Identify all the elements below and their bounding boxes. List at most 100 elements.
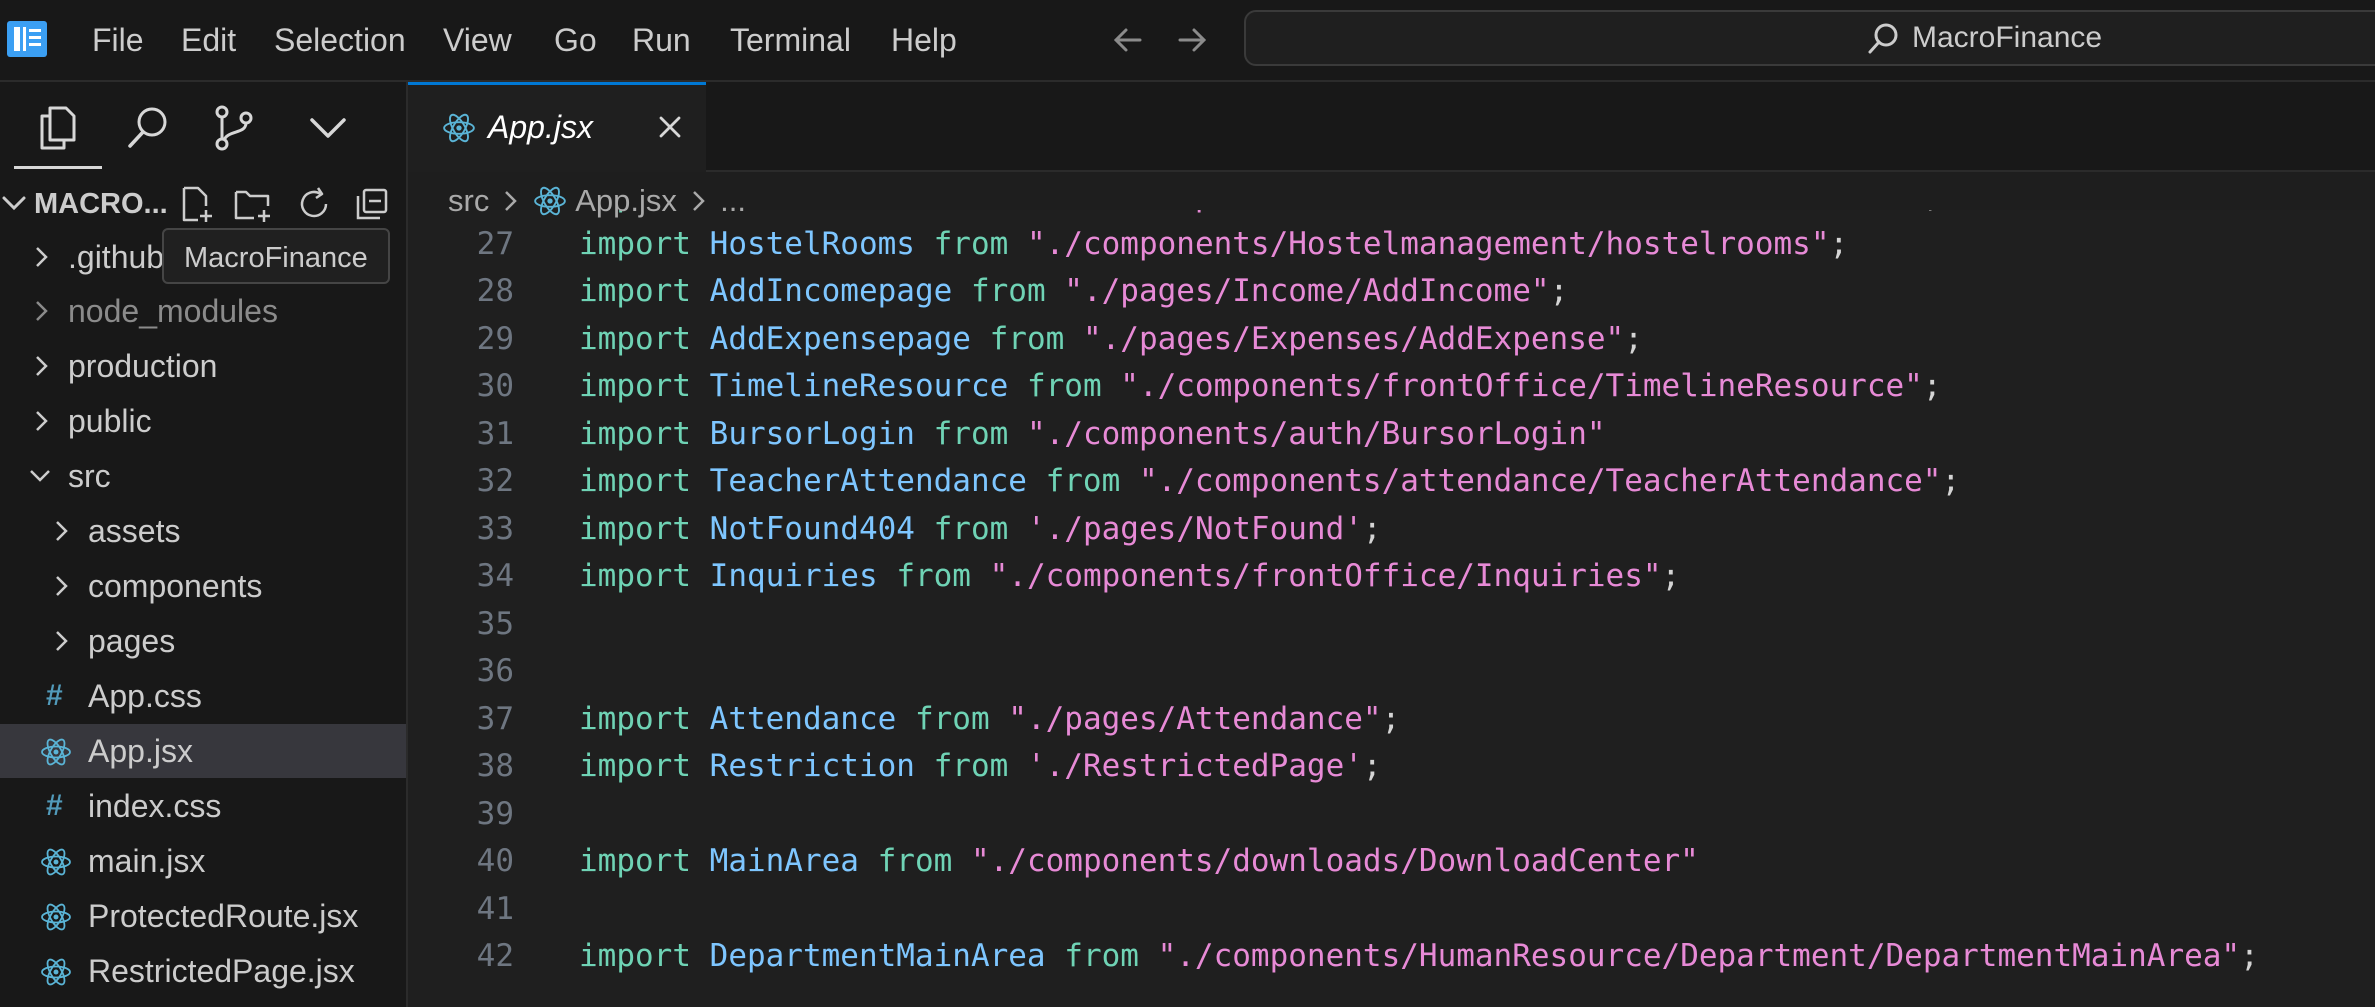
- string-literal: "./components/attendance/TeacherAttendan…: [1138, 463, 1942, 499]
- tree-file-index-css[interactable]: # index.css: [0, 779, 406, 833]
- tree-folder-assets[interactable]: assets: [0, 504, 406, 558]
- identifier: Inquiries: [709, 558, 878, 594]
- menu-view[interactable]: View: [443, 18, 512, 62]
- code-text: import HostelRooms from "./components/Ho…: [579, 221, 1848, 269]
- code-text: import AddIncomepage from "./pages/Incom…: [579, 268, 1568, 316]
- keyword-from: from: [1026, 368, 1102, 404]
- code-line: 31 import BursorLogin from "./components/…: [408, 411, 2375, 459]
- string-literal: "./components/Hostelmanagement/hostelroo…: [1026, 225, 1830, 262]
- tree-label: src: [68, 458, 111, 494]
- code-line: 30 import TimelineResource from "./compon…: [408, 363, 2375, 411]
- tree-file-restrictedpage-jsx[interactable]: RestrictedPage.jsx: [0, 944, 406, 998]
- chevron-right-icon: [36, 301, 48, 321]
- line-number: 33: [476, 510, 514, 547]
- new-file-icon[interactable]: [176, 184, 216, 224]
- line-number: 27: [476, 225, 514, 262]
- keyword-from: from: [933, 748, 1009, 784]
- code-line: 41: [408, 886, 2375, 934]
- close-icon[interactable]: [654, 111, 686, 143]
- react-file-icon: [41, 848, 71, 876]
- arrow-right-icon[interactable]: [1170, 18, 1214, 62]
- identifier: AddExpensepage: [709, 320, 971, 357]
- explorer-title: MACRO...: [34, 188, 168, 220]
- code-text: import Inquiries from "./components/fron…: [579, 553, 1680, 601]
- tab-app-jsx[interactable]: App.jsx: [408, 82, 706, 172]
- menu-file[interactable]: File: [92, 18, 144, 62]
- code-line: 33 import NotFound404 from './pages/NotFo…: [408, 506, 2375, 554]
- chevron-down-icon[interactable]: [0, 186, 30, 222]
- refresh-icon[interactable]: [294, 184, 334, 224]
- chevron-down-icon: [30, 470, 50, 482]
- breadcrumb-folder[interactable]: src: [448, 183, 489, 218]
- code-text: import AddExpensepage from "./pages/Expe…: [579, 316, 1643, 364]
- string-literal: "./pages/Expenses/AddExpense": [1082, 320, 1625, 357]
- explorer-sidebar: MACRO... .github node_modules production: [0, 82, 408, 1007]
- string-literal: "./pages/Income/AddIncome": [1064, 273, 1550, 309]
- line-number: 39: [476, 795, 514, 832]
- string-literal: "./components/downloads/DownloadCenter": [970, 843, 1699, 879]
- chevron-right-icon: [56, 521, 68, 541]
- code-line: 37 import Attendance from "./pages/Attend…: [408, 696, 2375, 744]
- keyword-from: from: [896, 558, 971, 594]
- punctuation: ;: [1381, 700, 1401, 737]
- tree-folder-pages[interactable]: pages: [0, 614, 406, 668]
- punctuation: ;: [1661, 558, 1681, 594]
- tree-label: RestrictedPage.jsx: [88, 953, 355, 989]
- identifier: NotFound404: [709, 510, 915, 547]
- line-number: 42: [476, 938, 514, 974]
- breadcrumb-more[interactable]: ...: [720, 183, 746, 218]
- code-line: 32 import TeacherAttendance from "./compo…: [408, 458, 2375, 506]
- menu-terminal[interactable]: Terminal: [730, 18, 851, 62]
- tree-folder-public[interactable]: public: [0, 394, 406, 448]
- string-literal: "./pages/Attendance": [1008, 700, 1382, 737]
- tree-file-app-css[interactable]: # App.css: [0, 669, 406, 723]
- tree-label: node_modules: [68, 293, 278, 329]
- tree-folder-src[interactable]: src: [0, 449, 406, 503]
- tree-folder-node-modules[interactable]: node_modules: [0, 284, 406, 338]
- tree-folder-components[interactable]: components: [0, 559, 406, 613]
- tab-label: App.jsx: [488, 109, 593, 145]
- menu-go[interactable]: Go: [554, 18, 597, 62]
- keyword-from: from: [933, 415, 1009, 452]
- identifier: Attendance: [709, 700, 897, 737]
- tree-file-main-jsx[interactable]: main.jsx: [0, 834, 406, 888]
- search-icon[interactable]: [122, 102, 174, 154]
- react-file-icon: [41, 958, 71, 986]
- menu-selection[interactable]: Selection: [274, 18, 406, 62]
- collapse-all-icon[interactable]: [352, 184, 392, 224]
- arrow-left-icon[interactable]: [1106, 18, 1150, 62]
- menu-edit[interactable]: Edit: [181, 18, 236, 62]
- active-view-indicator: [14, 166, 102, 169]
- keyword-from: from: [970, 273, 1046, 309]
- tree-folder-production[interactable]: production: [0, 339, 406, 393]
- source-control-icon[interactable]: [208, 102, 260, 154]
- keyword-from: from: [990, 210, 1065, 214]
- vscode-logo-icon[interactable]: [6, 20, 48, 58]
- punctuation: ;: [1624, 320, 1643, 357]
- command-center-search[interactable]: MacroFinance: [1244, 10, 2375, 66]
- files-icon[interactable]: [32, 102, 84, 154]
- punctuation: ;: [2240, 938, 2259, 974]
- code-editor[interactable]: 26import IncidentsTable from "./componen…: [408, 210, 2375, 1007]
- explorer-header[interactable]: MACRO...: [0, 178, 406, 230]
- tree-file-protectedroute-jsx[interactable]: ProtectedRoute.jsx: [0, 889, 406, 943]
- code-line: 39: [408, 791, 2375, 839]
- code-line: 42 import DepartmentMainArea from "./comp…: [408, 933, 2375, 981]
- css-file-icon: #: [46, 789, 63, 822]
- code-text: import IncidentsTable from "./components…: [579, 210, 1942, 221]
- chevron-right-icon: [36, 356, 48, 376]
- punctuation: ;: [1829, 225, 1849, 262]
- line-number: 40: [476, 843, 514, 879]
- chevron-down-icon[interactable]: [302, 102, 354, 154]
- tree-file-app-jsx[interactable]: App.jsx: [0, 724, 406, 778]
- tree-label: .github: [68, 239, 165, 275]
- identifier: TeacherAttendance: [709, 463, 1027, 499]
- react-file-icon: [41, 903, 71, 931]
- line-number: 29: [476, 320, 514, 357]
- identifier: AddIncomepage: [709, 273, 953, 309]
- punctuation: ;: [1941, 463, 1961, 499]
- breadcrumb-file[interactable]: App.jsx: [575, 183, 677, 218]
- new-folder-icon[interactable]: [232, 184, 272, 224]
- menu-help[interactable]: Help: [891, 18, 957, 62]
- menu-run[interactable]: Run: [632, 18, 691, 62]
